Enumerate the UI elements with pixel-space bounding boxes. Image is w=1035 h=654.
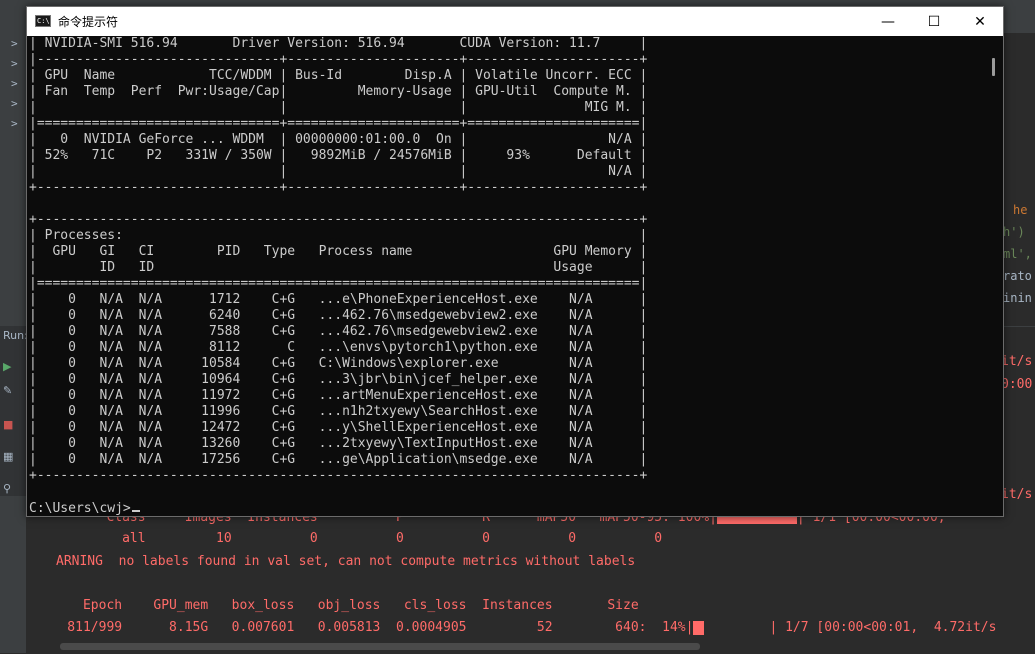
code-fragment: he bbox=[1013, 203, 1028, 217]
expand-chevron-icon[interactable]: > bbox=[11, 77, 18, 90]
close-button[interactable]: ✕ bbox=[957, 7, 1003, 36]
code-fragment: ml', bbox=[1003, 247, 1032, 261]
code-fragment: rato bbox=[1003, 269, 1032, 283]
code-fragment: h') bbox=[1003, 225, 1025, 239]
cmd-window[interactable]: C:\ 命令提示符 — ☐ ✕ | NVIDIA-SMI 516.94 Driv… bbox=[26, 6, 1004, 517]
ide-editor-fragment: he h') ml', rato inin bbox=[1003, 33, 1035, 328]
console-horizontal-scrollbar[interactable] bbox=[60, 643, 700, 650]
epoch-progress-bar bbox=[693, 620, 769, 635]
nvidia-smi-output: | NVIDIA-SMI 516.94 Driver Version: 516.… bbox=[29, 36, 648, 483]
expand-chevron-icon[interactable]: > bbox=[11, 37, 18, 50]
stop-icon[interactable]: ■ bbox=[3, 418, 13, 431]
val-metrics-row: all 10 0 0 0 0 0 bbox=[36, 531, 663, 546]
maximize-button[interactable]: ☐ bbox=[911, 7, 957, 36]
cmd-prompt[interactable]: C:\Users\cwj> bbox=[29, 501, 140, 516]
epoch-header: Epoch GPU_mem box_loss obj_loss cls_loss… bbox=[36, 598, 639, 613]
pin-icon[interactable]: ⚲ bbox=[3, 482, 11, 495]
minimize-button[interactable]: — bbox=[865, 7, 911, 36]
rerun-icon[interactable]: ▶ bbox=[3, 360, 11, 373]
cmd-app-icon[interactable]: C:\ bbox=[35, 15, 51, 27]
code-fragment: inin bbox=[1003, 291, 1032, 305]
text-cursor bbox=[131, 510, 140, 512]
expand-chevron-icon[interactable]: > bbox=[11, 117, 18, 130]
cmd-console-area[interactable]: | NVIDIA-SMI 516.94 Driver Version: 516.… bbox=[29, 36, 987, 516]
epoch-row: 811/999 8.15G 0.007601 0.005813 0.000490… bbox=[36, 620, 997, 635]
console-progress-fragment: 0:00, bbox=[1001, 377, 1035, 392]
expand-chevron-icon[interactable]: > bbox=[11, 57, 18, 70]
ide-run-toolbar: Run: ▶ ✎ ■ ▦ ⚲ bbox=[0, 326, 28, 496]
console-progress-fragment: it/s bbox=[1001, 354, 1033, 369]
epoch-progress-fill bbox=[693, 620, 705, 635]
cmd-title-bar[interactable]: C:\ 命令提示符 — ☐ ✕ bbox=[27, 7, 1003, 36]
window-title: 命令提示符 bbox=[58, 15, 119, 29]
run-tool-label: Run: bbox=[3, 329, 28, 342]
warning-message: ARNING no labels found in val set, can n… bbox=[56, 554, 636, 569]
console-progress-fragment: it/s bbox=[1001, 487, 1033, 502]
expand-chevron-icon[interactable]: > bbox=[11, 97, 18, 110]
cmd-vertical-scrollbar[interactable] bbox=[992, 58, 995, 76]
layout-icon[interactable]: ▦ bbox=[3, 450, 13, 463]
wrench-icon[interactable]: ✎ bbox=[3, 384, 12, 397]
